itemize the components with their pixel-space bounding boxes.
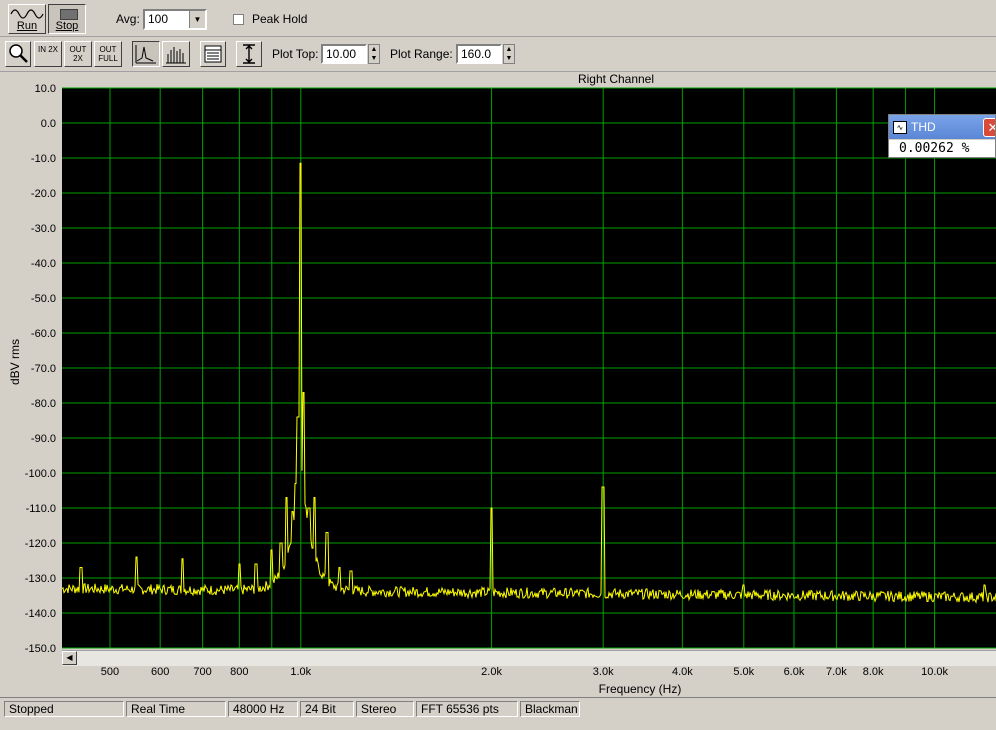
y-tick-label: -50.0 bbox=[31, 293, 56, 305]
zoom-out-full-button[interactable]: OUT FULL bbox=[94, 41, 122, 67]
y-tick-label: -120.0 bbox=[25, 538, 56, 550]
plot-top-label: Plot Top: bbox=[272, 47, 319, 61]
zoom-in-2x-button[interactable]: IN 2X bbox=[34, 41, 62, 67]
plot-toolbar: IN 2X OUT 2X OUT FULL Plot Top: 10.00 ▲ ▼… bbox=[0, 37, 996, 72]
chart-title: Right Channel bbox=[578, 72, 654, 86]
plot-range-spinner[interactable]: ▲ ▼ bbox=[503, 44, 515, 64]
y-tick-label: -60.0 bbox=[31, 328, 56, 340]
x-tick-label: 4.0k bbox=[672, 666, 693, 678]
panel-icon bbox=[204, 45, 222, 63]
y-axis-label: dBV rms bbox=[8, 339, 22, 385]
magnifier-icon bbox=[9, 44, 28, 63]
y-tick-label: -70.0 bbox=[31, 363, 56, 375]
main-toolbar: Run Stop Avg: 100 ▼ Peak Hold bbox=[0, 0, 996, 37]
x-axis-ticks: 500 600 700 800 1.0k 2.0k 3.0k 4.0k 5.0k 6.0k 7.0k… bbox=[101, 666, 949, 678]
y-tick-label: -130.0 bbox=[25, 573, 56, 585]
peak-hold-checkbox[interactable] bbox=[233, 14, 244, 25]
thd-title: THD bbox=[911, 120, 936, 134]
plot-range-input[interactable]: 160.0 bbox=[456, 44, 502, 64]
x-axis-label: Frequency (Hz) bbox=[599, 682, 682, 696]
close-icon[interactable]: ✕ bbox=[983, 118, 995, 137]
chevron-down-icon[interactable]: ▼ bbox=[189, 11, 205, 28]
run-button[interactable]: Run bbox=[8, 4, 46, 34]
stop-icon bbox=[60, 9, 78, 20]
x-tick-label: 3.0k bbox=[593, 666, 614, 678]
x-tick-label: 2.0k bbox=[481, 666, 502, 678]
x-tick-label: 700 bbox=[193, 666, 211, 678]
line-graph-icon bbox=[135, 45, 156, 64]
y-tick-label: -110.0 bbox=[26, 503, 56, 515]
y-tick-label: -20.0 bbox=[31, 188, 56, 200]
zoom-button[interactable] bbox=[5, 41, 31, 67]
plot-range-label: Plot Range: bbox=[390, 47, 453, 61]
zoom-in-2x-label: IN 2X bbox=[37, 45, 58, 54]
status-mode: Real Time bbox=[126, 701, 226, 717]
bar-plot-button[interactable] bbox=[162, 41, 190, 67]
run-label: Run bbox=[16, 20, 38, 32]
settings-panel-button[interactable] bbox=[200, 41, 226, 67]
x-tick-label: 800 bbox=[230, 666, 248, 678]
plot-top-spinner[interactable]: ▲ ▼ bbox=[368, 44, 380, 64]
status-bit-depth: 24 Bit bbox=[300, 701, 354, 717]
avg-select[interactable]: 100 ▼ bbox=[143, 9, 207, 30]
meter-icon: ∿ bbox=[893, 121, 907, 134]
avg-value: 100 bbox=[148, 12, 169, 26]
y-tick-label: -40.0 bbox=[31, 258, 56, 270]
y-tick-label: -80.0 bbox=[31, 398, 56, 410]
autoscale-button[interactable] bbox=[236, 41, 262, 67]
x-tick-label: 5.0k bbox=[733, 666, 754, 678]
horizontal-scrollbar[interactable]: ◀ bbox=[62, 650, 996, 666]
status-bar: Stopped Real Time 48000 Hz 24 Bit Stereo… bbox=[0, 697, 996, 730]
y-tick-label: 10.0 bbox=[35, 83, 56, 95]
x-tick-label: 1.0k bbox=[290, 666, 311, 678]
y-axis-ticks: 10.0 0.0 -10.0 -20.0 -30.0 -40.0 -50.0 -60.0 -70… bbox=[25, 83, 56, 655]
x-tick-label: 7.0k bbox=[826, 666, 847, 678]
x-tick-label: 600 bbox=[151, 666, 169, 678]
y-tick-label: -30.0 bbox=[31, 223, 56, 235]
x-tick-label: 500 bbox=[101, 666, 119, 678]
vertical-range-icon bbox=[243, 44, 255, 64]
spectrum-chart[interactable]: Right Channel 10.0 0.0 -10.0 -20.0 -30.0 -40.… bbox=[0, 72, 996, 697]
bar-graph-icon bbox=[166, 47, 186, 64]
status-sample-rate: 48000 Hz bbox=[228, 701, 298, 717]
y-tick-label: 0.0 bbox=[41, 118, 56, 130]
status-fft-size: FFT 65536 pts bbox=[416, 701, 518, 717]
y-tick-label: -140.0 bbox=[25, 608, 56, 620]
status-state: Stopped bbox=[4, 701, 124, 717]
zoom-out-2x-button[interactable]: OUT 2X bbox=[64, 41, 92, 67]
avg-label: Avg: bbox=[116, 12, 140, 26]
x-tick-label: 10.0k bbox=[921, 666, 948, 678]
plot-top-value: 10.00 bbox=[326, 47, 357, 61]
zoom-out-2x-label: OUT 2X bbox=[69, 45, 87, 63]
peak-hold-label: Peak Hold bbox=[252, 12, 308, 26]
y-tick-label: -100.0 bbox=[25, 468, 56, 480]
thd-title-bar[interactable]: ∿ THD ✕ bbox=[889, 115, 995, 139]
stop-label: Stop bbox=[55, 20, 79, 32]
status-window: Blackman bbox=[520, 701, 580, 717]
y-tick-label: -90.0 bbox=[31, 433, 56, 445]
x-tick-label: 6.0k bbox=[784, 666, 805, 678]
zoom-out-full-label: OUT FULL bbox=[98, 45, 118, 63]
y-tick-label: -150.0 bbox=[25, 643, 56, 655]
thd-value: 0.00262 % bbox=[889, 140, 995, 157]
spectrum-plot-area: Right Channel 10.0 0.0 -10.0 -20.0 -30.0 -40.… bbox=[0, 72, 996, 697]
scroll-left-button[interactable]: ◀ bbox=[62, 651, 77, 665]
line-plot-button[interactable] bbox=[132, 41, 160, 67]
plot-top-input[interactable]: 10.00 bbox=[321, 44, 367, 64]
stop-button[interactable]: Stop bbox=[48, 4, 86, 34]
status-channels: Stereo bbox=[356, 701, 414, 717]
y-tick-label: -10.0 bbox=[31, 153, 56, 165]
x-tick-label: 8.0k bbox=[863, 666, 884, 678]
thd-meter-window[interactable]: ∿ THD ✕ 0.00262 % bbox=[888, 114, 996, 158]
plot-range-value: 160.0 bbox=[461, 47, 492, 61]
